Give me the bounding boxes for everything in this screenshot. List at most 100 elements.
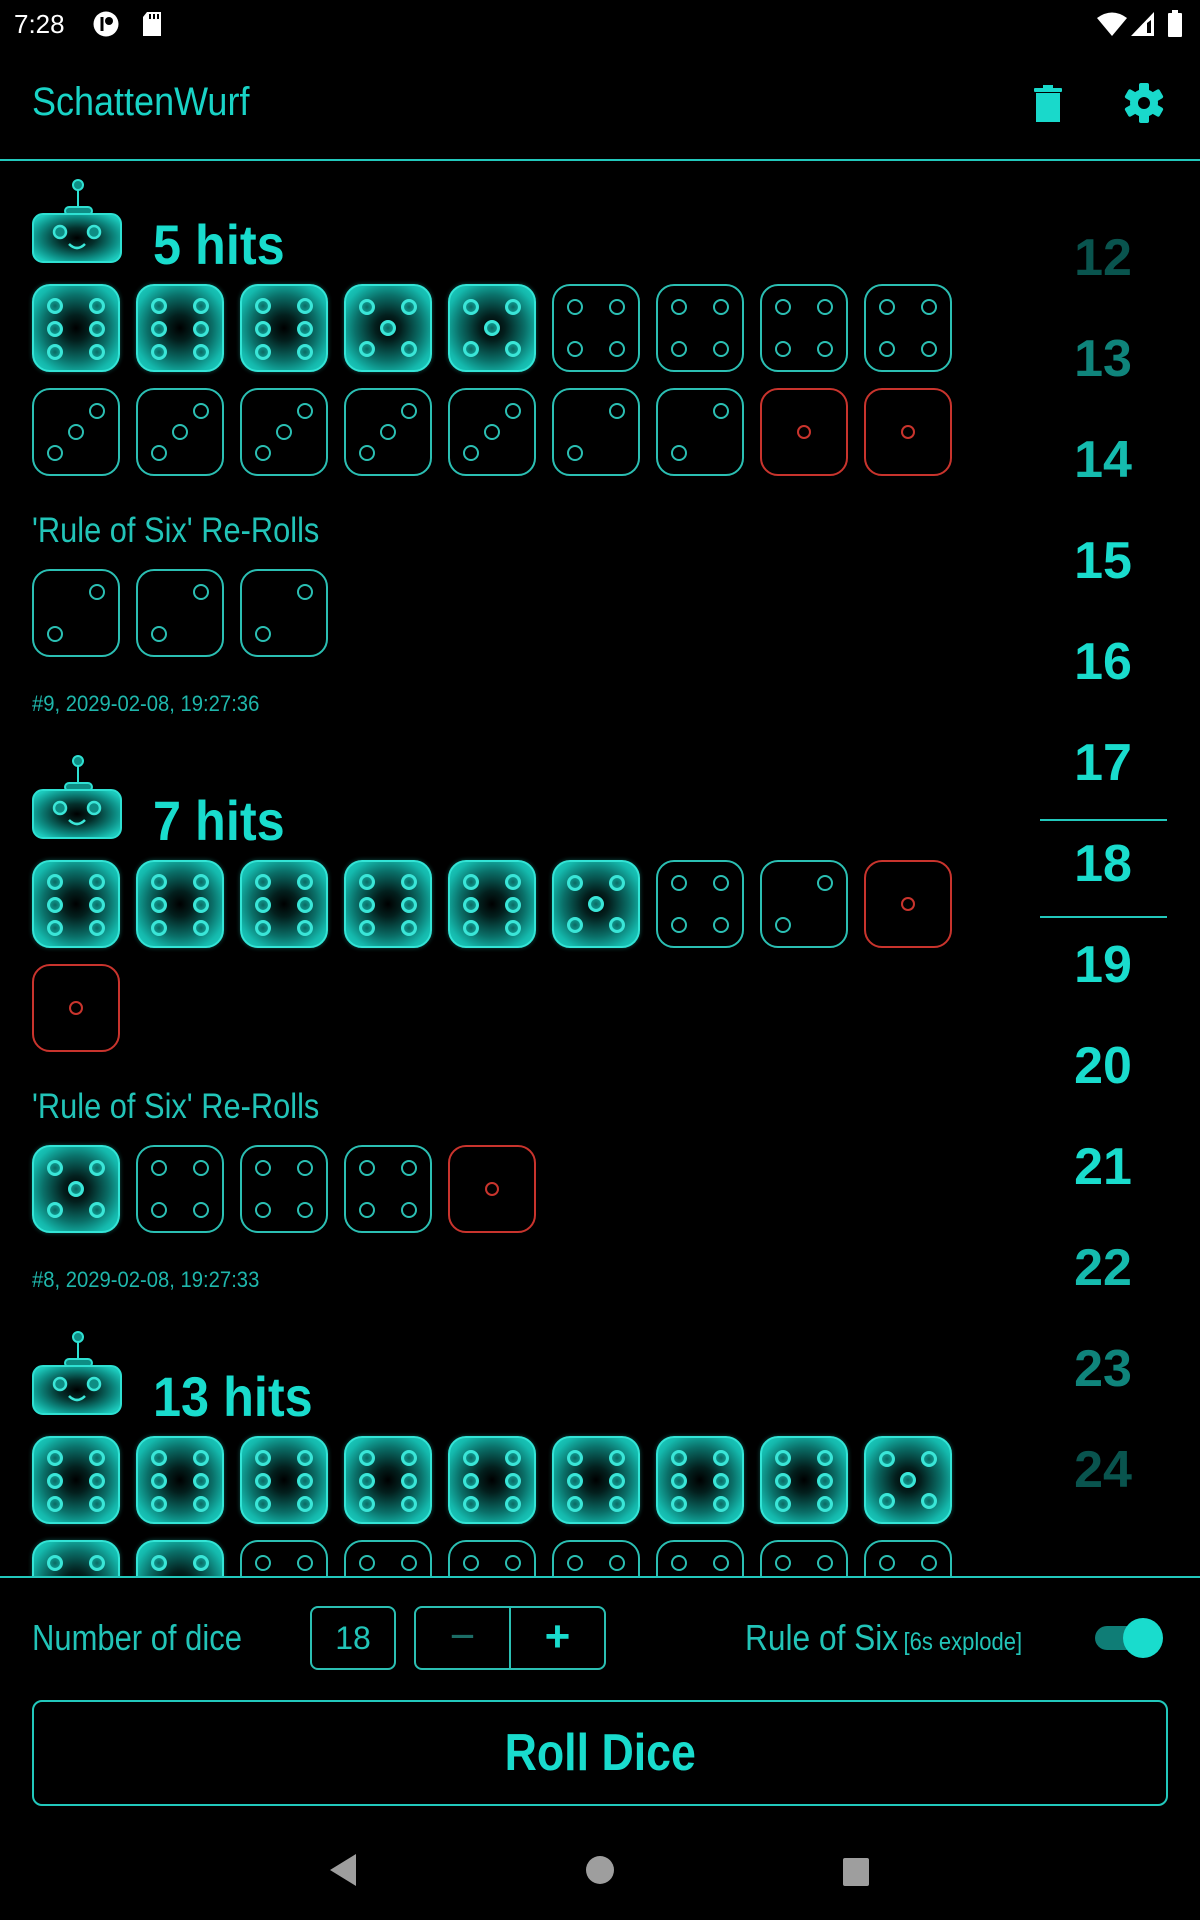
- die: [344, 1540, 432, 1576]
- die: [136, 1436, 224, 1524]
- system-nav-bar: [0, 1820, 1200, 1920]
- pip: [69, 1001, 83, 1015]
- pip: [47, 1555, 63, 1571]
- pip: [89, 298, 105, 315]
- die: [448, 284, 536, 372]
- pip: [567, 1472, 583, 1489]
- pip: [901, 897, 915, 911]
- pip: [255, 874, 271, 891]
- pip: [505, 403, 521, 419]
- home-icon[interactable]: [584, 1854, 616, 1886]
- pip: [151, 1202, 167, 1218]
- pip: [775, 341, 791, 357]
- sd-card-icon: [143, 12, 161, 36]
- notification-app-icon: [93, 11, 119, 37]
- die: [656, 1436, 744, 1524]
- pip: [193, 584, 209, 600]
- pip: [193, 1495, 209, 1512]
- picker-item[interactable]: 23: [1020, 1319, 1186, 1420]
- app-title: SchattenWurf: [32, 80, 250, 124]
- picker-item[interactable]: 20: [1020, 1016, 1186, 1117]
- robot-icon: [32, 1330, 122, 1415]
- picker-item[interactable]: 21: [1020, 1117, 1186, 1218]
- pip: [297, 919, 313, 936]
- picker-item[interactable]: 12: [1020, 208, 1186, 309]
- picker-selection-line-top: [1040, 819, 1167, 821]
- pip: [68, 1181, 84, 1197]
- picker-item[interactable]: 14: [1020, 410, 1186, 511]
- controls-row: Number of dice 18 − + Rule of Six [6s exp…: [0, 1590, 1200, 1690]
- increment-button[interactable]: +: [511, 1608, 604, 1668]
- pip: [567, 445, 583, 461]
- back-icon[interactable]: [326, 1852, 360, 1888]
- pip: [505, 1472, 521, 1489]
- picker-item[interactable]: 22: [1020, 1218, 1186, 1319]
- die: [448, 388, 536, 476]
- settings-button[interactable]: [1118, 78, 1170, 130]
- picker-item[interactable]: 24: [1020, 1420, 1186, 1521]
- picker-item[interactable]: 16: [1020, 612, 1186, 713]
- pip: [879, 1493, 895, 1509]
- dice-count-picker[interactable]: 12 13 14 15 16 17 18 19 20 21 22 23 24: [1020, 208, 1186, 1521]
- clear-history-button[interactable]: [1024, 78, 1072, 126]
- die: [240, 388, 328, 476]
- pip: [463, 1450, 479, 1467]
- pip: [671, 445, 687, 461]
- picker-item[interactable]: 15: [1020, 511, 1186, 612]
- die: [136, 860, 224, 948]
- pip: [380, 424, 396, 440]
- pip: [193, 896, 209, 913]
- pip: [505, 1450, 521, 1467]
- pip: [713, 341, 729, 357]
- pip: [193, 874, 209, 891]
- picker-item[interactable]: 13: [1020, 309, 1186, 410]
- pip: [609, 1450, 625, 1467]
- pip: [505, 874, 521, 891]
- roll-dice-button[interactable]: Roll Dice: [32, 1700, 1168, 1806]
- pip: [193, 1472, 209, 1489]
- die: [136, 1145, 224, 1233]
- dice-count-field[interactable]: 18: [310, 1606, 396, 1670]
- pip: [297, 343, 313, 360]
- picker-item-selected[interactable]: 18: [1020, 814, 1186, 915]
- pip: [921, 341, 937, 357]
- picker-item[interactable]: 17: [1020, 713, 1186, 814]
- pip: [151, 1450, 167, 1467]
- die: [864, 1540, 952, 1576]
- pip: [151, 896, 167, 913]
- picker-item[interactable]: 19: [1020, 915, 1186, 1016]
- pip: [89, 403, 105, 419]
- reroll-label: 'Rule of Six' Re-Rolls: [32, 511, 320, 550]
- decrement-button[interactable]: −: [416, 1608, 511, 1668]
- pip: [89, 1495, 105, 1512]
- pip: [713, 299, 729, 315]
- picker-selection-line-bottom: [1040, 916, 1167, 918]
- pip: [255, 1450, 271, 1467]
- pip: [671, 299, 687, 315]
- rule-of-six-toggle[interactable]: [1092, 1616, 1168, 1660]
- pip: [297, 320, 313, 337]
- dice-grid: [32, 860, 992, 1052]
- recents-icon[interactable]: [841, 1857, 871, 1887]
- controls-divider: [0, 1576, 1200, 1578]
- pip: [609, 1495, 625, 1512]
- pip: [567, 1495, 583, 1512]
- pip: [151, 343, 167, 360]
- pip: [151, 320, 167, 337]
- roll-history[interactable]: 5 hits 'Rule of Six' Re-Rolls #9, 2029-0…: [0, 162, 1200, 1576]
- pip: [47, 445, 63, 461]
- pip: [89, 584, 105, 600]
- pip: [151, 626, 167, 642]
- pip: [47, 1450, 63, 1467]
- cell-signal-icon: [1131, 12, 1154, 36]
- pip: [609, 299, 625, 315]
- die: [240, 569, 328, 657]
- pip: [47, 320, 63, 337]
- pip: [505, 1495, 521, 1512]
- die: [552, 388, 640, 476]
- pip: [817, 1472, 833, 1489]
- pip: [89, 1160, 105, 1176]
- pip: [567, 1450, 583, 1467]
- pip: [401, 1160, 417, 1176]
- pip: [609, 875, 625, 891]
